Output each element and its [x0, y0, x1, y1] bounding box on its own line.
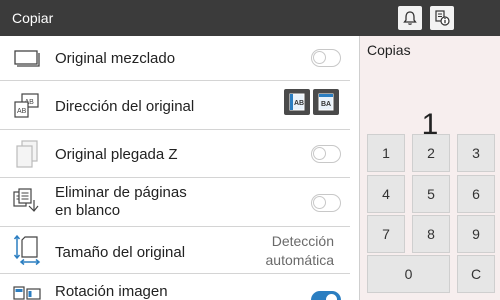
setting-row-z-folded[interactable]: Original plegada Z — [0, 130, 350, 178]
setting-label: Original mezclado — [55, 50, 176, 67]
remove-blank-pages-toggle[interactable] — [311, 194, 341, 212]
original-size-icon — [12, 234, 42, 266]
setting-row-remove-blank-pages[interactable]: Eliminar de páginas en blanco — [0, 178, 350, 227]
z-folded-toggle[interactable] — [311, 145, 341, 163]
setting-label: Original plegada Z — [55, 146, 178, 163]
svg-text:AB: AB — [17, 108, 27, 115]
remove-blank-pages-icon — [12, 186, 42, 216]
key-2[interactable]: 2 — [412, 134, 450, 172]
job-info-icon — [435, 10, 450, 26]
copies-panel: Copias 1 1 2 3 4 5 6 7 8 9 0 C — [360, 36, 500, 300]
svg-text:AB: AB — [294, 100, 304, 107]
svg-text:BA: BA — [321, 101, 331, 108]
mixed-original-toggle[interactable] — [311, 49, 341, 67]
direction-left-button[interactable]: BA — [313, 89, 339, 115]
orientation-ba-icon: BA — [318, 93, 334, 111]
key-0[interactable]: 0 — [367, 255, 450, 293]
key-4[interactable]: 4 — [367, 175, 405, 213]
key-6[interactable]: 6 — [457, 175, 495, 213]
app-header: Copiar — [0, 0, 500, 36]
key-3[interactable]: 3 — [457, 134, 495, 172]
original-size-value-line-1: Detección — [271, 233, 334, 249]
setting-label: Dirección del original — [55, 98, 195, 115]
bell-icon — [403, 11, 417, 25]
folded-page-icon — [12, 139, 42, 169]
orientation-ab-icon: AB — [289, 93, 305, 111]
setting-row-image-rotation[interactable]: Rotación imagen — [0, 274, 350, 300]
key-5[interactable]: 5 — [412, 175, 450, 213]
key-9[interactable]: 9 — [457, 215, 495, 253]
copies-label: Copias — [367, 42, 411, 58]
image-rotation-toggle[interactable] — [311, 291, 341, 300]
page-title: Copiar — [12, 10, 54, 26]
setting-label: Tamaño del original — [55, 244, 186, 261]
key-1[interactable]: 1 — [367, 134, 405, 172]
notification-button[interactable] — [398, 6, 422, 30]
page-orientation-icon: AB AB — [12, 91, 42, 121]
job-info-button[interactable] — [430, 6, 454, 30]
direction-buttons: AB BA — [284, 89, 339, 115]
stacked-pages-icon — [12, 43, 42, 73]
direction-top-button[interactable]: AB — [284, 89, 310, 115]
setting-label: Rotación imagen — [55, 283, 168, 300]
key-clear[interactable]: C — [457, 255, 495, 293]
setting-row-mixed-original[interactable]: Original mezclado — [0, 36, 350, 81]
original-size-value-line-2: automática — [265, 252, 334, 268]
setting-label-line-1: Eliminar de páginas — [55, 184, 187, 201]
key-7[interactable]: 7 — [367, 215, 405, 253]
settings-list: Original mezclado AB AB Dirección del or… — [0, 36, 350, 300]
key-8[interactable]: 8 — [412, 215, 450, 253]
setting-row-original-size[interactable]: Tamaño del original Detección automática — [0, 227, 350, 274]
setting-label-line-2: en blanco — [55, 202, 121, 219]
image-rotation-icon — [12, 280, 42, 300]
